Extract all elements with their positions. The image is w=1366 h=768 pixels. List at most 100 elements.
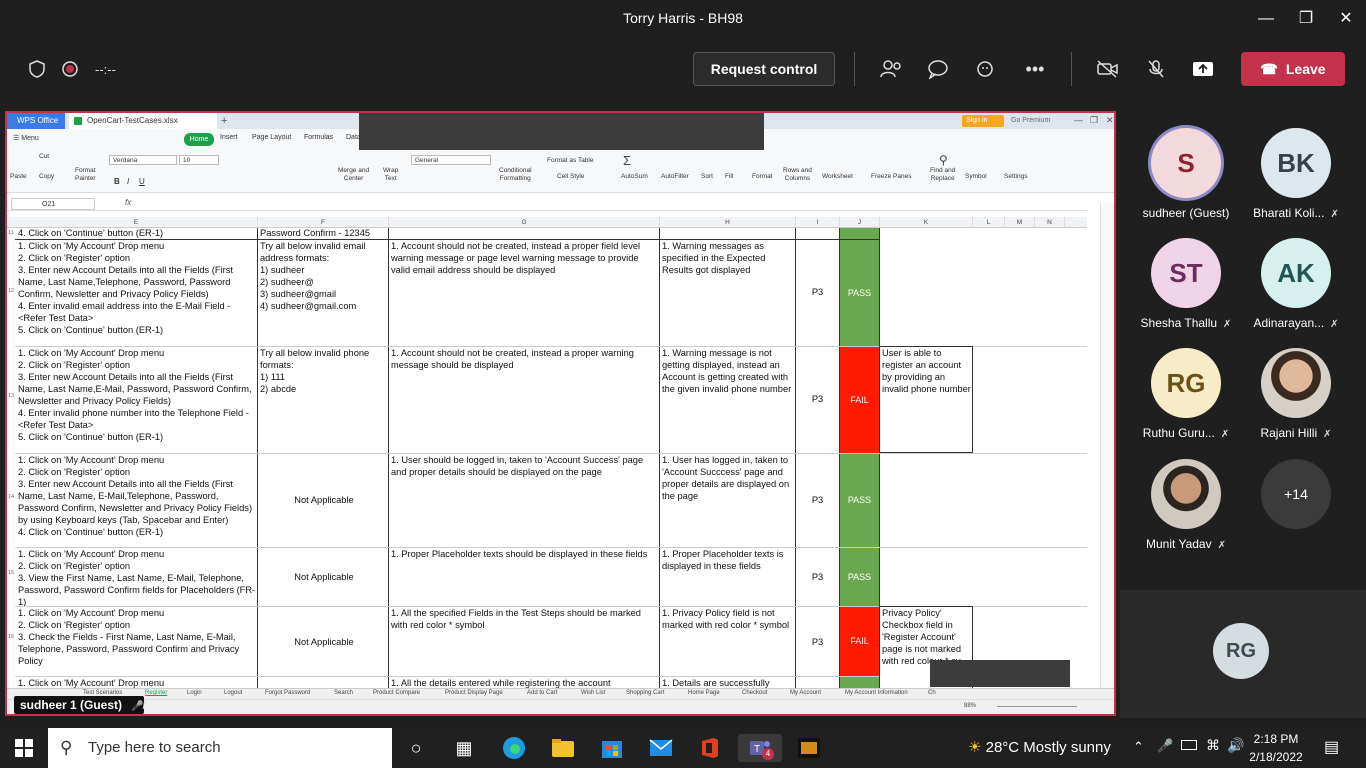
participant-tile[interactable]: Rajani Hilli ✗ [1241, 348, 1351, 440]
sheet-tab[interactable]: Add to Cart [527, 690, 557, 696]
wps-restore-icon[interactable]: ❐ [1090, 115, 1098, 126]
format-as-table-button[interactable]: Format as Table [547, 157, 593, 165]
autofilter-button[interactable]: AutoFilter [661, 173, 689, 181]
sheet-tab[interactable]: Login [187, 690, 202, 696]
sheet-tab[interactable]: Shopping Cart [626, 690, 664, 696]
sheet-tab[interactable]: Home Page [688, 690, 720, 696]
settings-button[interactable]: Settings [1004, 173, 1028, 181]
sheet-tab-active[interactable]: Register [145, 690, 167, 696]
microphone-icon[interactable]: 🎤 [1157, 738, 1173, 754]
tab-page-layout[interactable]: Page Layout [252, 134, 291, 141]
column-header[interactable]: L [973, 217, 1005, 228]
participant-tile[interactable]: BK Bharati Koli... ✗ [1241, 128, 1351, 220]
column-header[interactable]: H [660, 217, 796, 228]
sort-button[interactable]: Sort [701, 173, 713, 181]
battery-icon[interactable] [1181, 740, 1197, 750]
weather-widget[interactable]: ☀ 28°C Mostly sunny [968, 728, 1111, 768]
more-participants-tile[interactable]: +14 [1241, 459, 1351, 529]
sheet-tab[interactable]: My Account Information [845, 690, 908, 696]
file-explorer-icon[interactable] [541, 734, 585, 762]
worksheet-button[interactable]: Worksheet [822, 173, 853, 181]
conditional-formatting-button[interactable]: Conditional Formatting [499, 167, 532, 183]
symbol-button[interactable]: Symbol [965, 173, 987, 181]
wps-close-icon[interactable]: ✕ [1106, 115, 1114, 126]
office-icon[interactable] [688, 734, 732, 762]
column-header[interactable]: I [796, 217, 840, 228]
record-icon[interactable] [55, 55, 85, 83]
store-icon[interactable] [590, 734, 634, 762]
format-button[interactable]: Format [752, 173, 773, 181]
sheet-tab[interactable]: Ch [928, 690, 936, 696]
participant-tile[interactable]: RG Ruthu Guru... ✗ [1131, 348, 1241, 440]
tab-home[interactable]: Home [184, 133, 214, 146]
cell-style-button[interactable]: Cell Style [557, 173, 584, 181]
wrap-text-button[interactable]: Wrap Text [383, 167, 398, 183]
tab-formulas[interactable]: Formulas [304, 134, 333, 141]
mail-icon[interactable] [639, 734, 683, 762]
merge-center-button[interactable]: Merge and Center [338, 167, 369, 183]
minimize-icon[interactable]: — [1246, 6, 1286, 32]
freeze-panes-button[interactable]: Freeze Panes [871, 173, 911, 181]
more-options-icon[interactable]: ••• [1020, 55, 1050, 83]
zoom-level[interactable]: 88% [964, 703, 976, 709]
maximize-icon[interactable]: ❐ [1286, 6, 1326, 32]
camera-off-icon[interactable] [1093, 55, 1123, 83]
task-view-icon[interactable]: ▦ [442, 734, 486, 762]
underline-button[interactable]: U [139, 177, 145, 186]
column-header[interactable]: J [840, 217, 880, 228]
copy-button[interactable]: Copy [39, 173, 54, 181]
menu-button[interactable]: ☰ Menu [13, 134, 39, 142]
wps-minimize-icon[interactable]: — [1074, 115, 1083, 125]
go-premium-link[interactable]: Go Premium [1011, 115, 1050, 127]
new-tab-icon[interactable]: + [221, 113, 227, 129]
sheet-tab[interactable]: Product Compare [373, 690, 420, 696]
participant-tile[interactable]: AK Adinarayan... ✗ [1241, 238, 1351, 330]
self-view-tile[interactable]: RG [1120, 590, 1366, 718]
paste-button[interactable]: Paste [10, 173, 27, 181]
app-icon[interactable] [787, 734, 831, 762]
zoom-slider[interactable] [997, 706, 1077, 707]
notifications-icon[interactable]: ▤ [1324, 737, 1339, 757]
tab-insert[interactable]: Insert [220, 134, 238, 141]
sheet-tab[interactable]: Search [334, 690, 353, 696]
column-header[interactable]: M [1005, 217, 1035, 228]
font-name-select[interactable]: Verdana [109, 155, 177, 165]
taskbar-search-box[interactable]: ⚲ Type here to search [48, 728, 392, 768]
close-icon[interactable]: ✕ [1326, 6, 1366, 32]
people-icon[interactable] [876, 55, 906, 83]
rows-columns-button[interactable]: Rows and Columns [783, 167, 812, 183]
column-header[interactable]: E [15, 217, 258, 228]
format-painter-button[interactable]: Format Painter [75, 167, 96, 183]
sign-in-button[interactable]: Sign in [962, 115, 1004, 127]
chat-icon[interactable] [923, 55, 953, 83]
request-control-button[interactable]: Request control [693, 52, 835, 86]
find-replace-button[interactable]: Find and Replace [930, 167, 955, 183]
sheet-tab[interactable]: Product Display Page [445, 690, 503, 696]
spreadsheet-grid[interactable]: 11 4. Click on 'Continue' button (ER-1) … [7, 228, 1087, 688]
reactions-icon[interactable] [971, 55, 1001, 83]
cortana-icon[interactable]: ○ [394, 734, 438, 762]
wps-office-tab[interactable]: WPS Office [7, 113, 65, 129]
cell-reference-box[interactable]: O21 [11, 198, 95, 210]
bold-button[interactable]: B [114, 177, 120, 186]
participant-tile[interactable]: Munit Yadav ✗ [1131, 459, 1241, 551]
sheet-tab[interactable]: My Account [790, 690, 821, 696]
sheet-tab[interactable]: Forgot Password [265, 690, 310, 696]
font-size-select[interactable]: 10 [179, 155, 219, 165]
column-header[interactable]: F [258, 217, 389, 228]
participant-tile[interactable]: S sudheer (Guest) [1131, 128, 1241, 220]
clock[interactable]: 2:18 PM 2/18/2022 [1242, 730, 1310, 766]
participant-tile[interactable]: ST Shesha Thallu ✗ [1131, 238, 1241, 330]
share-screen-icon[interactable] [1188, 55, 1218, 83]
cut-button[interactable]: Cut [39, 153, 49, 161]
windows-start-icon[interactable] [2, 734, 46, 762]
sheet-tab[interactable]: Checkout [742, 690, 767, 696]
chevron-up-icon[interactable]: ⌃ [1133, 739, 1144, 755]
italic-button[interactable]: I [127, 177, 129, 186]
mic-off-icon[interactable] [1141, 55, 1171, 83]
leave-button[interactable]: ☎ Leave [1241, 52, 1345, 86]
sheet-tab[interactable]: Logout [224, 690, 242, 696]
wifi-icon[interactable]: ⌘ [1206, 737, 1220, 754]
autosum-button[interactable]: AutoSum [621, 173, 648, 181]
column-header[interactable]: K [880, 217, 973, 228]
